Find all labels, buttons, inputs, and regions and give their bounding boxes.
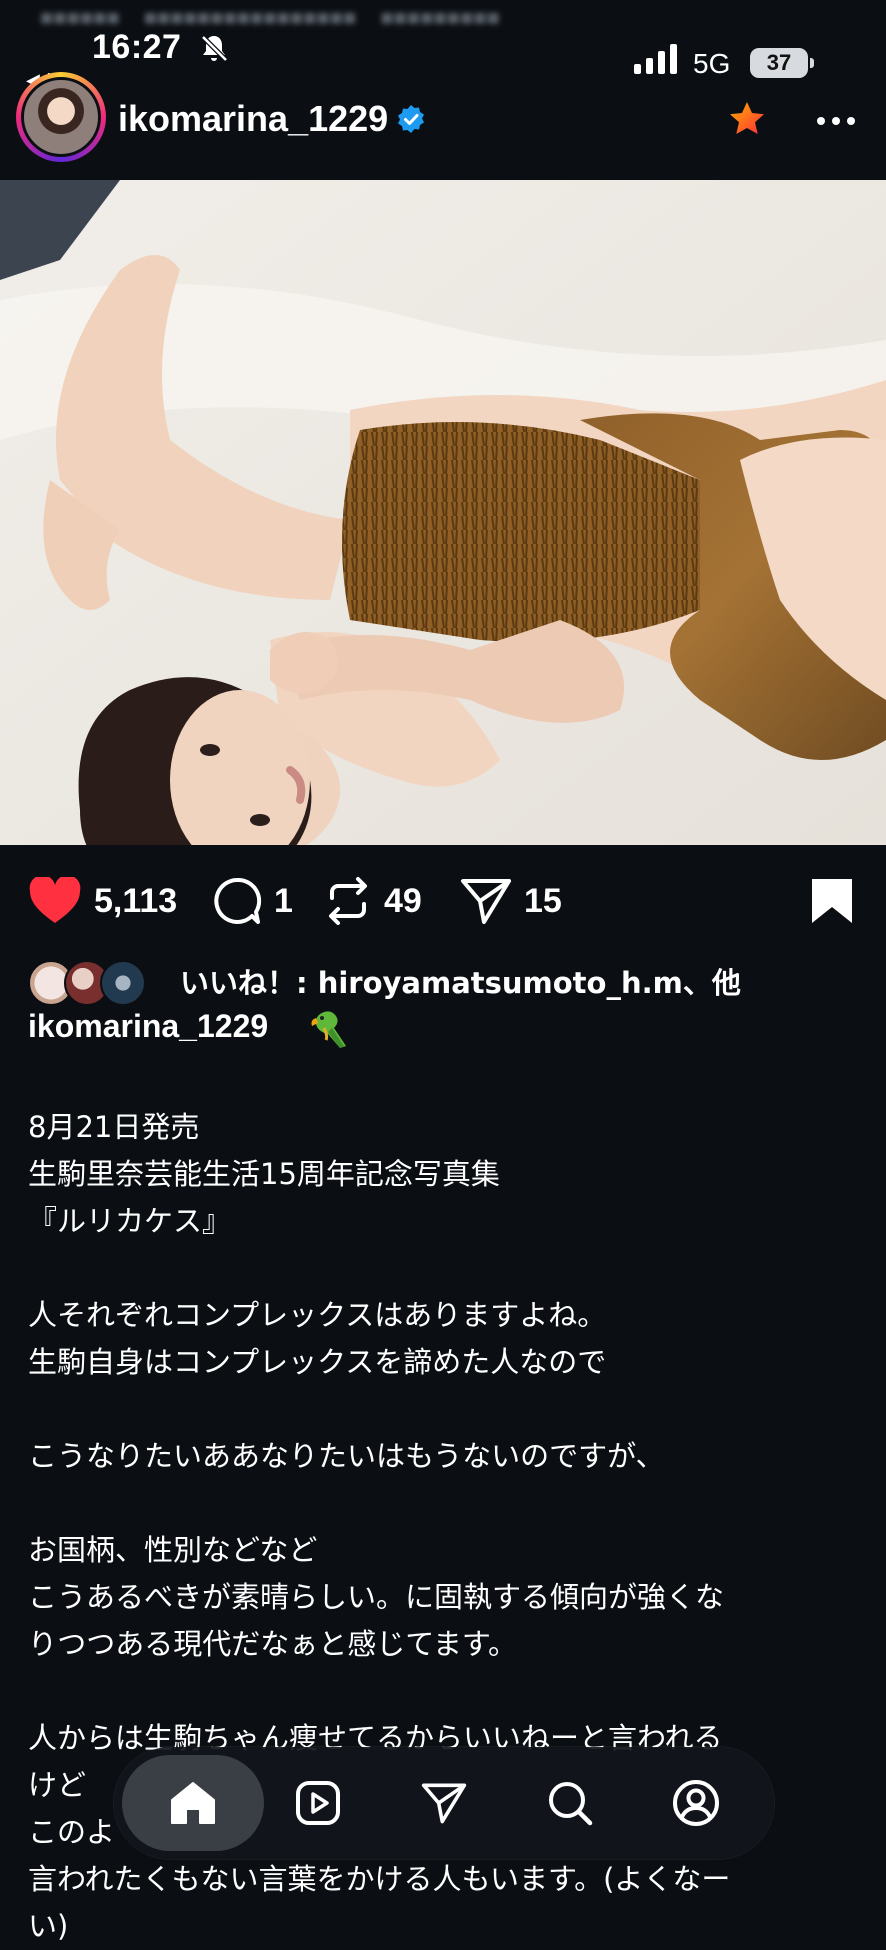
post-photo-illustration <box>0 180 886 845</box>
caption-line: 言われたくもない言葉をかける人もいます。(よくなー <box>28 1862 731 1896</box>
nav-search[interactable] <box>542 1775 598 1831</box>
repost-button[interactable]: 49 <box>324 866 422 936</box>
favorite-star-icon[interactable] <box>728 100 766 138</box>
caption-line: 生駒里奈芸能生活15周年記念写真集 <box>28 1157 500 1191</box>
caption-line: こうなりたいああなりたいはもうないのですが、 <box>28 1439 665 1473</box>
heart-icon <box>29 877 81 923</box>
share-count: 15 <box>524 881 562 920</box>
caption-blank-line <box>28 1668 858 1715</box>
nav-messages[interactable] <box>416 1775 472 1831</box>
post-photo[interactable] <box>0 180 886 845</box>
post-header: ikomarina_1229 <box>0 60 886 180</box>
caption-blank-line <box>28 1480 858 1527</box>
comment-icon <box>214 877 262 924</box>
liked-by-text[interactable]: いいね！: hiroyamatsumoto_h.m、他 <box>180 960 741 1002</box>
liker-avatars <box>28 958 146 1006</box>
avatar[interactable] <box>21 77 101 157</box>
story-ring[interactable] <box>16 72 106 162</box>
caption-line: 人それぞれコンプレックスはありますよね。 <box>28 1298 607 1332</box>
caption-line: 『ルリカケス』 <box>28 1204 232 1238</box>
parrot-icon <box>311 1011 346 1048</box>
reels-icon <box>296 1781 340 1825</box>
send-icon <box>421 1783 467 1824</box>
liker-avatar <box>100 960 146 1006</box>
like-button[interactable]: 5,113 <box>28 866 177 936</box>
verified-badge-icon <box>398 105 424 133</box>
more-icon[interactable] <box>816 116 856 126</box>
comment-count: 1 <box>274 881 293 920</box>
profile-icon <box>673 1780 719 1826</box>
home-icon <box>171 1782 215 1824</box>
nav-home[interactable] <box>165 1775 221 1831</box>
share-button[interactable]: 15 <box>460 866 562 936</box>
share-icon <box>461 879 511 924</box>
comment-button[interactable]: 1 <box>212 866 293 936</box>
caption-blank-line <box>28 1245 858 1292</box>
caption-line: こうあるべきが素晴らしい。に固執する傾向が強くな <box>28 1580 725 1614</box>
liked-by-line[interactable]: いいね！: hiroyamatsumoto_h.m、他 <box>28 956 868 1006</box>
caption-username[interactable]: ikomarina_1229 <box>28 1008 268 1045</box>
nav-profile[interactable] <box>668 1775 724 1831</box>
post-actions: 5,113 1 49 15 <box>0 866 886 936</box>
bookmark-button[interactable] <box>810 866 854 936</box>
caption-line: 8月21日発売 <box>28 1110 200 1144</box>
bookmark-icon <box>812 879 852 923</box>
bottom-nav <box>114 1747 774 1859</box>
caption-line: りつつある現代だなぁと感じてます。 <box>28 1627 517 1661</box>
nav-reels[interactable] <box>290 1775 346 1831</box>
repost-icon <box>329 877 367 925</box>
caption-line: 生駒自身はコンプレックスを諦めた人なので <box>28 1345 607 1379</box>
repost-count: 49 <box>384 881 422 920</box>
search-icon <box>549 1782 593 1826</box>
caption-line: い) <box>28 1909 69 1943</box>
post-username[interactable]: ikomarina_1229 <box>118 98 388 140</box>
caption-blank-line <box>28 1386 858 1433</box>
like-count: 5,113 <box>94 881 178 920</box>
caption-line: お国柄、性別などなど <box>28 1533 318 1567</box>
